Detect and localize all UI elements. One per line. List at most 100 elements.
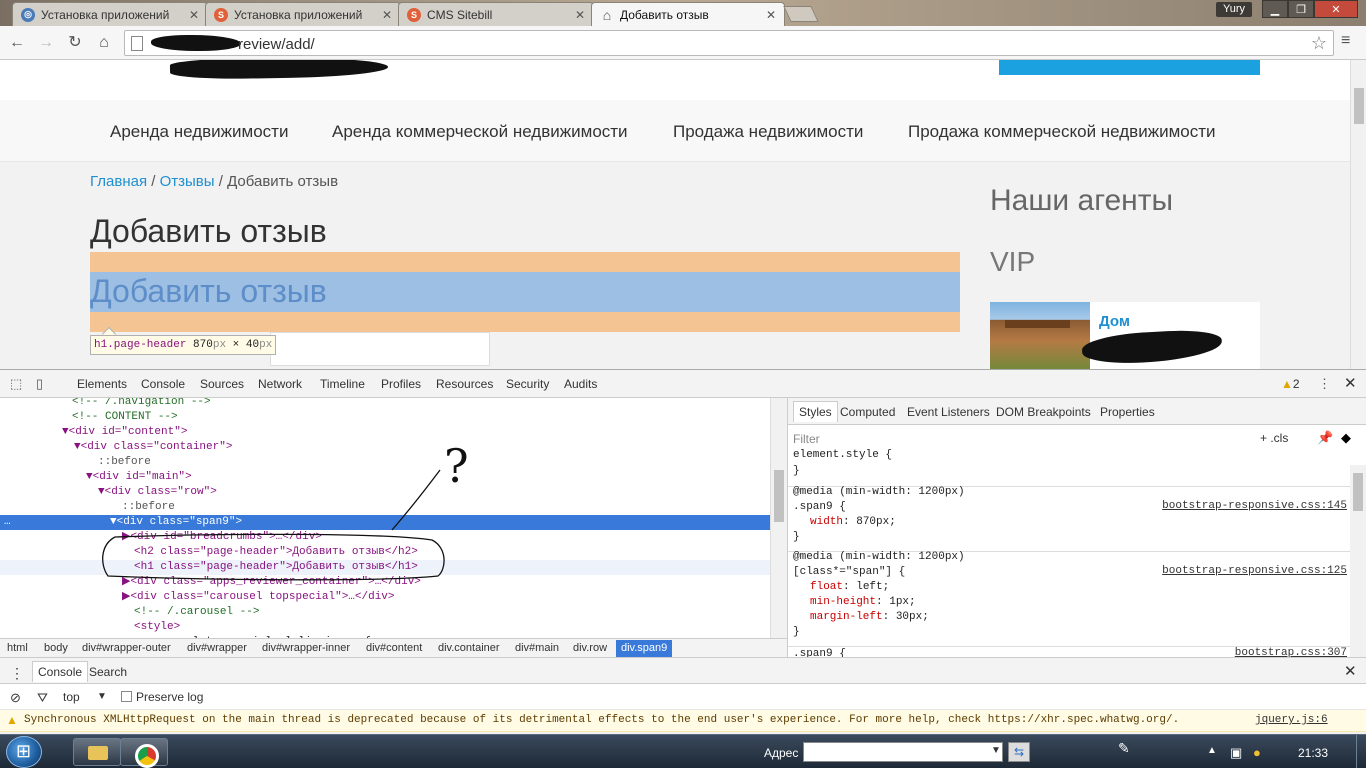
- browser-tab-1[interactable]: ◎ Установка приложений ✕: [12, 2, 208, 26]
- drawer-tab-search[interactable]: Search: [89, 665, 127, 679]
- pin-icon[interactable]: 📌: [1317, 430, 1333, 446]
- close-tab-icon[interactable]: ✕: [766, 8, 776, 22]
- css-value[interactable]: 870px;: [856, 516, 896, 528]
- page-scrollbar[interactable]: [1350, 60, 1366, 369]
- nav-sale-commercial[interactable]: Продажа коммерческой недвижимости: [908, 122, 1216, 142]
- dom-node-line[interactable]: <!-- CONTENT -->: [0, 410, 770, 425]
- device-mode-icon[interactable]: ▯: [36, 376, 43, 392]
- ellipsis-icon[interactable]: …: [4, 515, 11, 530]
- inspect-element-icon[interactable]: ⬚: [10, 376, 22, 392]
- scrollbar-thumb[interactable]: [1353, 473, 1363, 511]
- dom-node-line[interactable]: ▼<div id="main">: [0, 470, 770, 485]
- css-source-link[interactable]: bootstrap-responsive.css:145: [1162, 500, 1347, 512]
- dom-node-line[interactable]: <style>: [0, 620, 770, 635]
- dom-node-line[interactable]: <h2 class="page-header">Добавить отзыв</…: [0, 545, 770, 560]
- bookmark-star-icon[interactable]: ☆: [1311, 33, 1327, 54]
- tab-styles[interactable]: Styles: [793, 401, 838, 422]
- dom-node-line[interactable]: ::before: [0, 500, 770, 515]
- address-bar[interactable]: review/add/ ☆: [124, 30, 1334, 56]
- tab-timeline[interactable]: Timeline: [320, 377, 365, 391]
- scrollbar-thumb[interactable]: [774, 470, 784, 522]
- browser-tab-4-active[interactable]: ⌂ Добавить отзыв ✕: [591, 2, 785, 26]
- user-profile-button[interactable]: Yury: [1216, 2, 1252, 17]
- css-source-link[interactable]: bootstrap-responsive.css:125: [1162, 565, 1347, 577]
- dom-node-line[interactable]: <h1 class="page-header">Добавить отзыв</…: [0, 560, 770, 575]
- house-photo[interactable]: [990, 302, 1090, 369]
- breadcrumb-reviews[interactable]: Отзывы: [160, 173, 215, 190]
- nav-sale[interactable]: Продажа недвижимости: [673, 122, 863, 142]
- drawer-tab-console[interactable]: Console: [32, 661, 89, 682]
- browser-tab-3[interactable]: S CMS Sitebill ✕: [398, 2, 594, 26]
- show-hidden-icons[interactable]: ▲: [1207, 745, 1217, 756]
- home-icon[interactable]: ⌂: [94, 33, 114, 53]
- more-options-icon[interactable]: ⋮: [1318, 376, 1331, 392]
- css-declaration[interactable]: margin-left: 30px;: [810, 610, 929, 624]
- dom-node-line[interactable]: <!-- /.carousel -->: [0, 605, 770, 620]
- network-tray-icon[interactable]: ●: [1253, 745, 1261, 760]
- css-value[interactable]: 1px;: [889, 596, 915, 608]
- dom-node-line[interactable]: ▶<div class="apps_reviewer_container">…<…: [0, 575, 770, 590]
- css-property[interactable]: margin-left: [810, 611, 883, 623]
- tab-network[interactable]: Network: [258, 377, 302, 391]
- tab-security[interactable]: Security: [506, 377, 549, 391]
- dom-node-line[interactable]: ▼<div class="container">: [0, 440, 770, 455]
- preserve-log-checkbox[interactable]: [121, 691, 132, 702]
- dom-node-line[interactable]: ::before: [0, 455, 770, 470]
- color-format-icon[interactable]: ◆: [1341, 430, 1351, 446]
- close-tab-icon[interactable]: ✕: [382, 8, 392, 22]
- tab-event-listeners[interactable]: Event Listeners: [907, 405, 990, 419]
- warning-source-link[interactable]: jquery.js:6: [1255, 714, 1328, 726]
- dom-node-line[interactable]: <!-- /.navigation -->: [0, 398, 770, 410]
- add-listing-button[interactable]: [999, 60, 1260, 75]
- device-tray-icon[interactable]: ▣: [1230, 745, 1242, 761]
- css-declaration[interactable]: float: left;: [810, 580, 889, 594]
- context-select[interactable]: top: [63, 690, 80, 704]
- show-desktop-button[interactable]: [1356, 735, 1366, 768]
- css-property[interactable]: width: [810, 516, 843, 528]
- maximize-button[interactable]: ❐: [1288, 0, 1314, 18]
- start-button[interactable]: [6, 736, 42, 768]
- reload-icon[interactable]: ↻: [65, 33, 85, 53]
- dom-crumb[interactable]: div.row: [573, 642, 607, 654]
- new-tab-button[interactable]: [783, 6, 819, 22]
- tab-sources[interactable]: Sources: [200, 377, 244, 391]
- dom-crumb[interactable]: div#main: [515, 642, 559, 654]
- tab-elements[interactable]: Elements: [77, 377, 127, 391]
- css-value[interactable]: 30px;: [896, 611, 929, 623]
- add-rule-cls-buttons[interactable]: + .cls: [1260, 431, 1288, 445]
- css-declaration[interactable]: min-height: 1px;: [810, 595, 916, 609]
- dom-crumb[interactable]: div.span9: [616, 640, 673, 657]
- dom-crumb[interactable]: div#content: [366, 642, 422, 654]
- dom-node-line[interactable]: ▶<div class="carousel topspecial">…</div…: [0, 590, 770, 605]
- forward-icon[interactable]: →: [36, 33, 56, 53]
- dom-node-line[interactable]: ▼<div class="span9">…: [0, 515, 770, 530]
- close-tab-icon[interactable]: ✕: [189, 8, 199, 22]
- dom-node-line[interactable]: ▶<div id="breadcrumbs">…</div>: [0, 530, 770, 545]
- breadcrumb-home[interactable]: Главная: [90, 173, 147, 190]
- dom-crumb[interactable]: body: [44, 642, 68, 654]
- tab-profiles[interactable]: Profiles: [381, 377, 421, 391]
- tab-resources[interactable]: Resources: [436, 377, 493, 391]
- chevron-down-icon[interactable]: ▼: [991, 745, 1001, 756]
- dom-crumb[interactable]: div#wrapper-inner: [262, 642, 350, 654]
- dom-crumb[interactable]: html: [7, 642, 28, 654]
- agent-link[interactable]: Дом: [1099, 313, 1130, 330]
- clear-console-icon[interactable]: ⊘: [10, 690, 21, 706]
- dom-crumb[interactable]: div.container: [438, 642, 500, 654]
- close-devtools-icon[interactable]: ✕: [1344, 374, 1357, 392]
- tab-computed[interactable]: Computed: [840, 405, 895, 419]
- tab-audits[interactable]: Audits: [564, 377, 597, 391]
- tab-console[interactable]: Console: [141, 377, 185, 391]
- agent-card[interactable]: Дом: [990, 302, 1260, 369]
- scrollbar-thumb[interactable]: [1354, 88, 1364, 124]
- dom-crumb[interactable]: div#wrapper: [187, 642, 247, 654]
- css-declaration[interactable]: width: 870px;: [810, 515, 896, 529]
- nav-rent-commercial[interactable]: Аренда коммерческой недвижимости: [332, 122, 628, 142]
- close-drawer-icon[interactable]: ✕: [1344, 662, 1357, 680]
- warnings-counter[interactable]: ▲2: [1281, 377, 1300, 391]
- elements-scrollbar[interactable]: [770, 398, 787, 638]
- dom-crumb[interactable]: div#wrapper-outer: [82, 642, 171, 654]
- minimize-button[interactable]: ▁: [1262, 0, 1288, 18]
- css-property[interactable]: float: [810, 581, 843, 593]
- filter-icon[interactable]: ⛛: [37, 690, 48, 706]
